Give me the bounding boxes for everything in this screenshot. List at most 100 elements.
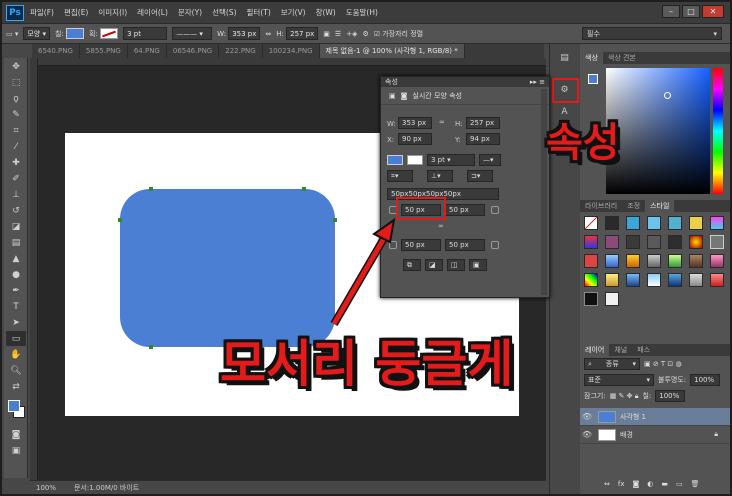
brush-tool-icon[interactable]: ✐ [6, 171, 26, 186]
width-field[interactable]: 353 px [228, 27, 261, 40]
style-swatch[interactable] [605, 216, 619, 230]
mask-icon[interactable]: ◙ [632, 480, 639, 488]
link-icon[interactable]: ∞ [439, 118, 445, 126]
style-swatch[interactable] [626, 254, 640, 268]
link-radius-icon[interactable]: ∞ [438, 222, 444, 230]
doc-tab-active[interactable]: 제목 없음-1 @ 100% (사각형 1, RGB/8) * [319, 44, 465, 58]
layer-name[interactable]: 사각형 1 [620, 412, 646, 422]
style-swatch[interactable] [584, 292, 598, 306]
hue-slider[interactable] [713, 68, 723, 194]
layer-row[interactable]: 👁︎ 배경 🔒︎ [580, 426, 730, 444]
style-swatch[interactable] [710, 273, 724, 287]
stroke-type-select[interactable]: ——— ▾ [172, 27, 213, 40]
doc-tab[interactable]: 5855.PNG [80, 44, 128, 58]
gear-icon[interactable]: ⚙ [362, 30, 368, 38]
current-color-swatch[interactable] [588, 74, 598, 84]
style-swatch[interactable] [647, 254, 661, 268]
exclude-shape-icon[interactable]: ▣ [469, 259, 487, 271]
menu-view[interactable]: 보기(V) [281, 7, 306, 18]
gradient-tool-icon[interactable]: ▤ [6, 235, 26, 250]
eyedropper-tool-icon[interactable]: ⁄ [6, 139, 26, 154]
y-field[interactable]: 94 px [466, 133, 500, 145]
type-tool-icon[interactable]: T [6, 299, 26, 314]
style-swatch[interactable] [605, 254, 619, 268]
move-tool-icon[interactable]: ✥ [6, 59, 26, 74]
stroke-width-field[interactable]: 3 pt ▾ [427, 154, 475, 166]
dodge-tool-icon[interactable]: ● [6, 267, 26, 282]
lock-icons[interactable]: ▦ ✎ ✥ 🔒︎ [610, 392, 639, 401]
doc-tab[interactable]: 64.PNG [128, 44, 167, 58]
link-icon[interactable]: ⇔ [265, 30, 271, 38]
menu-file[interactable]: 파일(F) [30, 7, 54, 18]
history-brush-tool-icon[interactable]: ↺ [6, 203, 26, 218]
stamp-tool-icon[interactable]: ⊥ [6, 187, 26, 202]
intersect-shape-icon[interactable]: ◫ [447, 259, 465, 271]
style-swatch[interactable] [584, 254, 598, 268]
doc-tab[interactable]: 100234.PNG [263, 44, 320, 58]
color-picker-cursor[interactable] [664, 92, 671, 99]
layer-row[interactable]: 👁︎ 사각형 1 [580, 408, 730, 426]
style-swatch[interactable] [605, 292, 619, 306]
healing-tool-icon[interactable]: ✚ [6, 155, 26, 170]
blur-tool-icon[interactable]: ▲ [6, 251, 26, 266]
zoom-tool-icon[interactable]: 🔍︎ [6, 363, 26, 378]
style-swatch[interactable] [689, 254, 703, 268]
align-edges-checkbox[interactable]: ☑ 가장자리 정렬 [374, 29, 423, 39]
quick-mask-icon[interactable]: ◙ [6, 427, 26, 442]
style-swatch[interactable] [710, 235, 724, 249]
stroke-control[interactable]: 획: [89, 28, 119, 39]
maximize-button[interactable]: □ [682, 5, 700, 18]
saturation-brightness-field[interactable] [606, 68, 710, 194]
new-layer-icon[interactable]: ▭ [676, 480, 683, 488]
radius-bottom-right-field[interactable]: 50 px [445, 239, 485, 251]
quick-select-tool-icon[interactable]: ✎ [6, 107, 26, 122]
color-swatches[interactable] [4, 398, 27, 426]
eye-icon[interactable]: 👁︎ [580, 430, 594, 439]
history-panel-icon[interactable]: ▤ [556, 50, 574, 66]
style-swatch[interactable] [668, 273, 682, 287]
tab-layers[interactable]: 레이어 [580, 344, 610, 356]
eraser-tool-icon[interactable]: ◪ [6, 219, 26, 234]
stroke-swatch[interactable] [100, 28, 119, 39]
path-select-tool-icon[interactable]: ➤ [6, 315, 26, 330]
style-swatch[interactable] [647, 235, 661, 249]
doc-tab[interactable]: 06546.PNG [167, 44, 220, 58]
width-field[interactable]: 353 px [398, 117, 432, 129]
style-swatch[interactable] [689, 235, 703, 249]
layer-kind-select[interactable]: ⌕ 종류 ▾ [584, 358, 640, 370]
marquee-tool-icon[interactable]: ⬚ [6, 75, 26, 90]
doc-tab[interactable]: 6540.PNG [32, 44, 80, 58]
style-swatch[interactable] [689, 273, 703, 287]
anchor-point[interactable] [149, 345, 153, 349]
stroke-join-select[interactable]: ⊐▾ [467, 170, 493, 182]
hand-tool-icon[interactable]: ✋ [6, 347, 26, 362]
path-arrangement-icon[interactable]: +◈ [346, 30, 357, 38]
height-field[interactable]: 257 px [466, 117, 500, 129]
style-swatch[interactable] [710, 254, 724, 268]
menu-help[interactable]: 도움말(H) [346, 7, 378, 18]
rectangle-tool-icon[interactable]: ▭ [6, 331, 26, 346]
style-swatch[interactable] [626, 235, 640, 249]
lasso-tool-icon[interactable]: ϙ [6, 91, 26, 106]
crop-tool-icon[interactable]: ⌗ [6, 123, 26, 138]
style-swatch[interactable] [626, 273, 640, 287]
style-swatch[interactable] [668, 216, 682, 230]
menu-window[interactable]: 창(W) [316, 7, 336, 18]
adjustment-icon[interactable]: ◐ [647, 480, 653, 488]
anchor-point[interactable] [302, 187, 306, 191]
zoom-level[interactable]: 100% [36, 484, 56, 492]
stroke-align-select[interactable]: ⌗▾ [387, 170, 413, 182]
fx-icon[interactable]: fx [618, 480, 625, 488]
menu-edit[interactable]: 편집(E) [64, 7, 88, 18]
anchor-point[interactable] [149, 187, 153, 191]
tab-paths[interactable]: 패스 [632, 344, 655, 356]
menu-layer[interactable]: 레이어(L) [137, 7, 168, 18]
swap-colors-icon[interactable]: ⇄ [6, 379, 26, 394]
minimize-button[interactable]: – [662, 5, 680, 18]
menu-image[interactable]: 이미지(I) [98, 7, 127, 18]
menu-select[interactable]: 선택(S) [212, 7, 236, 18]
fill-field[interactable]: 100% [655, 390, 686, 402]
trash-icon[interactable]: 🗑︎ [691, 480, 700, 488]
style-swatch[interactable] [710, 216, 724, 230]
x-field[interactable]: 90 px [398, 133, 432, 145]
